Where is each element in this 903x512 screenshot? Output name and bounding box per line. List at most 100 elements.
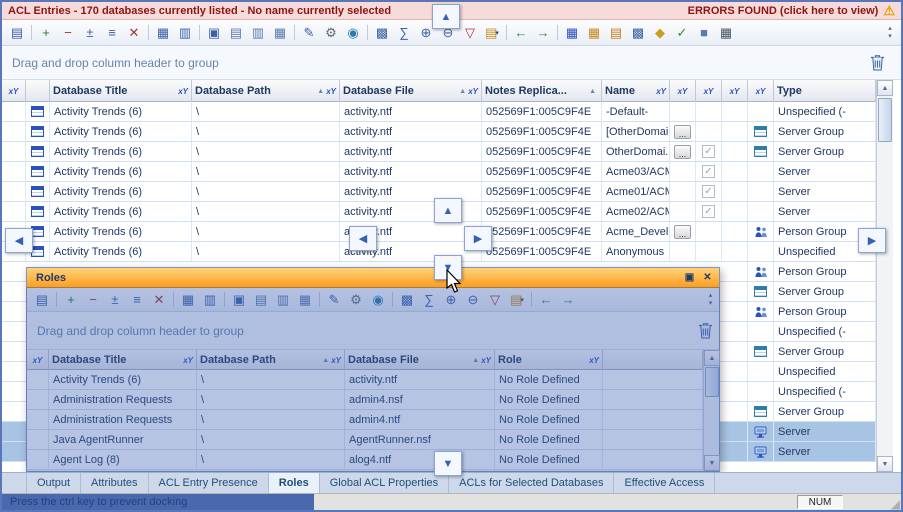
paste-button[interactable]: ▥ <box>248 23 268 43</box>
calendar-button[interactable]: ▤ <box>606 23 626 43</box>
filter-icon[interactable]: xY <box>704 87 714 96</box>
column-header-title[interactable]: Database TitlexY <box>49 350 197 370</box>
export-button[interactable]: → <box>558 290 578 310</box>
ellipsis-button[interactable]: ... <box>674 145 691 159</box>
scroll-thumb[interactable] <box>878 98 892 142</box>
table-row[interactable]: Administration Requests\admin4.nsfNo Rol… <box>27 390 703 410</box>
checkbox-checked[interactable]: ✓ <box>702 165 715 178</box>
group-by-band[interactable]: Drag and drop column header to group <box>2 46 901 80</box>
column-header-flag3[interactable]: xY <box>722 80 748 102</box>
certificate-button[interactable]: ✓ <box>672 23 692 43</box>
checkbox-checked[interactable]: ✓ <box>702 205 715 218</box>
copy-button[interactable]: ▤ <box>226 23 246 43</box>
dock-guide-edge-right[interactable]: ▶ <box>858 228 886 253</box>
column-header-indicator[interactable]: xY <box>2 80 26 102</box>
clipboard-menu-button[interactable]: ▤▾ <box>482 23 502 43</box>
roles-vertical-scrollbar[interactable]: ▲ ▼ <box>703 350 719 471</box>
table-row[interactable]: Agent Log (8)\alog4.ntfNo Role Defined <box>27 450 703 470</box>
summary-button[interactable]: ∑ <box>394 23 414 43</box>
merge-cells-button[interactable]: ▣ <box>229 290 249 310</box>
dock-guide-bottom[interactable]: ▼ <box>434 451 462 476</box>
select-all-button[interactable]: ≡ <box>102 23 122 43</box>
clear-selection-button[interactable]: ✕ <box>149 290 169 310</box>
resize-grip[interactable]: ◢ <box>891 498 900 510</box>
column-header-flag1[interactable]: xY <box>670 80 696 102</box>
column-header-role[interactable]: RolexY <box>495 350 603 370</box>
table-row[interactable]: Activity Trends (6)\activity.ntf052569F1… <box>2 102 876 122</box>
dock-guide-right[interactable]: ▶ <box>464 226 492 251</box>
filter-icon[interactable]: xY <box>33 356 43 365</box>
filter-icon[interactable]: xY <box>730 87 740 96</box>
filter-icon[interactable]: xY <box>656 87 666 96</box>
tab-global-acl-properties[interactable]: Global ACL Properties <box>320 473 449 493</box>
tab-output[interactable]: Output <box>26 473 81 493</box>
filter-icon[interactable]: xY <box>178 87 188 96</box>
export-view-button[interactable]: ▤ <box>32 290 52 310</box>
tab-acl-entry-presence[interactable]: ACL Entry Presence <box>149 473 269 493</box>
errors-banner[interactable]: ERRORS FOUND (click here to view) ⚠ <box>688 4 895 17</box>
duplicate-button[interactable]: ▦ <box>295 290 315 310</box>
tab-effective-access[interactable]: Effective Access <box>614 473 715 493</box>
roles-panel-titlebar[interactable]: Roles ▣ ✕ <box>27 268 719 288</box>
table-row[interactable]: Activity Trends (6)\activity.ntf052569F1… <box>2 122 876 142</box>
filter-icon[interactable]: xY <box>756 87 766 96</box>
table-row[interactable]: Activity Trends (6)\activity.ntf052569F1… <box>2 162 876 182</box>
settings-button[interactable]: ⚙ <box>321 23 341 43</box>
duplicate-button[interactable]: ▦ <box>270 23 290 43</box>
import-button[interactable]: ← <box>511 23 531 43</box>
table-gold-button[interactable]: ▦ <box>584 23 604 43</box>
column-header-flag2[interactable]: xY <box>696 80 722 102</box>
grid-edit-button[interactable]: ▩ <box>397 290 417 310</box>
edit-button[interactable]: ✎ <box>324 290 344 310</box>
filter-icon[interactable]: xY <box>331 356 341 365</box>
scroll-up-button[interactable]: ▲ <box>877 80 893 96</box>
table-row[interactable]: Activity Trends (6)\activity.ntfNo Role … <box>27 370 703 390</box>
column-header-name[interactable]: NamexY <box>602 80 670 102</box>
table-row[interactable]: Administration Requests\admin4.ntfNo Rol… <box>27 410 703 430</box>
trash-button[interactable] <box>698 322 713 344</box>
roles-group-by-band[interactable]: Drag and drop column header to group <box>27 312 719 350</box>
select-all-button[interactable]: ≡ <box>127 290 147 310</box>
dock-guide-top[interactable]: ▲ <box>432 4 460 29</box>
dock-guide-left[interactable]: ◀ <box>349 226 377 251</box>
filter-icon[interactable]: xY <box>678 87 688 96</box>
column-header-title[interactable]: Database TitlexY <box>50 80 192 102</box>
grid-view-button[interactable]: ▦ <box>153 23 173 43</box>
edit-button[interactable]: ✎ <box>299 23 319 43</box>
table-row[interactable]: Activity Trends (6)\activity.ntf052569F1… <box>2 142 876 162</box>
filter-icon[interactable]: xY <box>183 356 193 365</box>
remove-entry-button[interactable]: − <box>58 23 78 43</box>
filter-icon[interactable]: xY <box>9 87 19 96</box>
ellipsis-button[interactable]: ... <box>674 125 691 139</box>
clear-selection-button[interactable]: ✕ <box>124 23 144 43</box>
trash-button[interactable] <box>870 54 885 76</box>
copy-button[interactable]: ▤ <box>251 290 271 310</box>
table-row[interactable]: Java AgentRunner\AgentRunner.nsfNo Role … <box>27 430 703 450</box>
maximize-button[interactable]: ▣ <box>682 271 697 285</box>
add-entry-button[interactable]: + <box>61 290 81 310</box>
tab-acls-for-selected-databases[interactable]: ACLs for Selected Databases <box>449 473 614 493</box>
server-rack-button[interactable]: ■ <box>694 23 714 43</box>
add-entry-button[interactable]: + <box>36 23 56 43</box>
web-button[interactable]: ◉ <box>343 23 363 43</box>
checkbox-checked[interactable]: ✓ <box>702 185 715 198</box>
tab-roles[interactable]: Roles <box>269 473 320 493</box>
settings-button[interactable]: ⚙ <box>346 290 366 310</box>
column-header-icon[interactable] <box>26 80 50 102</box>
grid-view-button[interactable]: ▦ <box>178 290 198 310</box>
column-header-type[interactable]: Type <box>774 80 876 102</box>
column-header-indicator[interactable]: xY <box>27 350 49 370</box>
ellipsis-button[interactable]: ... <box>674 225 691 239</box>
column-header-file[interactable]: Database File▲xY <box>340 80 482 102</box>
import-button[interactable]: ← <box>536 290 556 310</box>
export-view-button[interactable]: ▤ <box>7 23 27 43</box>
dock-guide-edge-left[interactable]: ◀ <box>5 228 33 253</box>
merge-cells-button[interactable]: ▣ <box>204 23 224 43</box>
table-row[interactable]: Activity Trends (6)\activity.ntf052569F1… <box>2 222 876 242</box>
filter-clear-button[interactable]: ▽ <box>485 290 505 310</box>
main-vertical-scrollbar[interactable]: ▲ ▼ <box>876 80 893 472</box>
paste-button[interactable]: ▥ <box>273 290 293 310</box>
filter-clear-button[interactable]: ▽ <box>460 23 480 43</box>
key-button[interactable]: ◆ <box>650 23 670 43</box>
column-header-filler[interactable] <box>603 350 703 370</box>
